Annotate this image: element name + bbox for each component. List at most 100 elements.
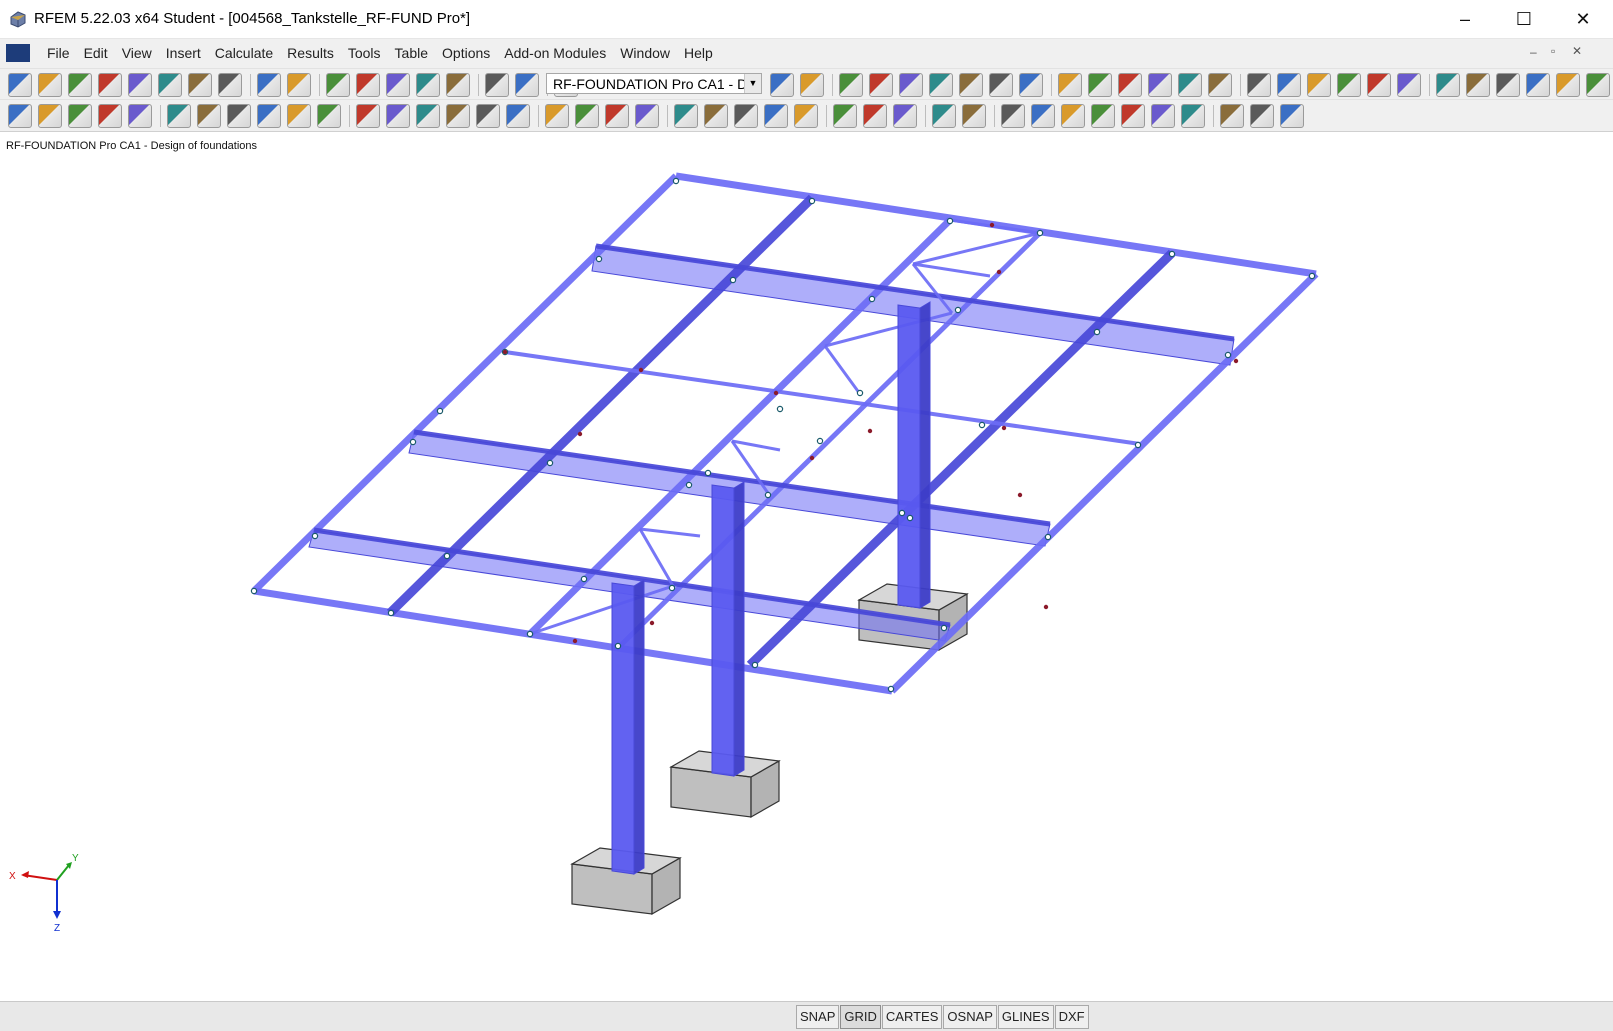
load-case-select[interactable]: RF-FOUNDATION Pro CA1 - De ▼ — [546, 73, 762, 94]
hinge-node-12[interactable] — [868, 429, 872, 433]
save-all-icon[interactable] — [98, 73, 122, 97]
view-x-icon[interactable] — [704, 104, 728, 128]
iso-view-icon[interactable] — [635, 104, 659, 128]
hinge-node-10[interactable] — [650, 621, 654, 625]
scale-objects-icon[interactable] — [476, 104, 500, 128]
purlin-line-1[interactable] — [505, 352, 1140, 444]
open-project-icon[interactable] — [68, 73, 92, 97]
menu-tools[interactable]: Tools — [341, 45, 388, 61]
undo-icon[interactable] — [257, 73, 281, 97]
hide-icon[interactable] — [962, 104, 986, 128]
hinge-node-6[interactable] — [774, 391, 778, 395]
node-30[interactable] — [615, 643, 620, 648]
table-view-icon[interactable] — [485, 73, 509, 97]
status-osnap-button[interactable]: OSNAP — [943, 1005, 997, 1029]
node-7[interactable] — [596, 256, 601, 261]
mdi-minimize-icon[interactable]: – — [1530, 45, 1537, 59]
zoom-window-icon[interactable] — [575, 104, 599, 128]
node-22[interactable] — [444, 553, 449, 558]
panel-icon[interactable] — [1250, 104, 1274, 128]
edge-beam-back[interactable] — [676, 176, 1316, 274]
node-19[interactable] — [907, 515, 912, 520]
node-27[interactable] — [251, 588, 256, 593]
highlight-icon[interactable] — [1118, 73, 1142, 97]
show-results-icon[interactable] — [839, 73, 863, 97]
new-support-icon[interactable] — [98, 104, 122, 128]
delete-icon[interactable] — [1367, 73, 1391, 97]
status-cartes-button[interactable]: CARTES — [882, 1005, 943, 1029]
perspective-icon[interactable] — [674, 104, 698, 128]
save-pdf-icon[interactable] — [1586, 73, 1610, 97]
new-member-icon[interactable] — [68, 104, 92, 128]
solid-icon[interactable] — [167, 104, 191, 128]
node-28[interactable] — [388, 610, 393, 615]
node-6[interactable] — [1309, 273, 1314, 278]
mirror-icon[interactable] — [1307, 73, 1331, 97]
show-values-icon[interactable] — [929, 73, 953, 97]
filter-objects-icon[interactable] — [893, 104, 917, 128]
node-33[interactable] — [817, 438, 822, 443]
print-preview-icon[interactable] — [188, 73, 212, 97]
load-icon[interactable] — [197, 104, 221, 128]
node-35[interactable] — [1135, 442, 1140, 447]
comment-icon[interactable] — [416, 73, 440, 97]
hinge-node-4[interactable] — [578, 432, 582, 436]
member-load-icon[interactable] — [257, 104, 281, 128]
mesh-detail-icon[interactable] — [1088, 73, 1112, 97]
column-3-side[interactable] — [920, 302, 930, 608]
hinge-node-7[interactable] — [1002, 426, 1006, 430]
status-glines-button[interactable]: GLINES — [998, 1005, 1054, 1029]
values-icon[interactable] — [869, 73, 893, 97]
minimize-button[interactable]: – — [1436, 0, 1494, 38]
measure-tool-icon[interactable] — [833, 104, 857, 128]
node-3[interactable] — [947, 218, 952, 223]
new-line-icon[interactable] — [38, 104, 62, 128]
render-icon[interactable] — [1436, 73, 1460, 97]
rotate-objects-icon[interactable] — [416, 104, 440, 128]
export-icon[interactable] — [218, 73, 242, 97]
render-options-icon[interactable] — [863, 104, 887, 128]
node-5[interactable] — [1169, 251, 1174, 256]
node-26[interactable] — [941, 625, 946, 630]
deformation-icon[interactable] — [989, 73, 1013, 97]
surface-load-icon[interactable] — [287, 104, 311, 128]
measure-icon[interactable] — [1337, 73, 1361, 97]
node-36[interactable] — [857, 390, 862, 395]
section-view-icon[interactable] — [1121, 104, 1145, 128]
menu-help[interactable]: Help — [677, 45, 720, 61]
structure-model[interactable] — [0, 132, 1613, 1002]
node-34[interactable] — [979, 422, 984, 427]
info-icon[interactable] — [1397, 73, 1421, 97]
print-report-icon[interactable] — [1556, 73, 1580, 97]
node-17[interactable] — [686, 482, 691, 487]
hinge-node-1[interactable] — [990, 223, 994, 227]
view-minus-x-icon[interactable] — [794, 104, 818, 128]
maximize-button[interactable]: ☐ — [1495, 0, 1553, 38]
column-1-side[interactable] — [634, 580, 644, 874]
menu-edit[interactable]: Edit — [77, 45, 115, 61]
node-1[interactable] — [673, 178, 678, 183]
menu-calculate[interactable]: Calculate — [208, 45, 280, 61]
menu-window[interactable]: Window — [613, 45, 677, 61]
node-14[interactable] — [437, 408, 442, 413]
hinge-node-13[interactable] — [1044, 605, 1048, 609]
document-icon[interactable] — [6, 44, 30, 62]
node-9[interactable] — [869, 296, 874, 301]
node-18[interactable] — [765, 492, 770, 497]
node-29[interactable] — [527, 631, 532, 636]
display-options-icon[interactable] — [1220, 104, 1244, 128]
menu-options[interactable]: Options — [435, 45, 497, 61]
print-icon[interactable] — [158, 73, 182, 97]
hinge-node-3[interactable] — [503, 350, 507, 354]
edit-member-icon[interactable] — [326, 73, 350, 97]
line-type-icon[interactable] — [932, 104, 956, 128]
new-file-icon[interactable] — [8, 73, 32, 97]
column-2-front[interactable] — [712, 485, 734, 776]
column-2-side[interactable] — [734, 482, 744, 776]
spring-icon[interactable] — [317, 104, 341, 128]
color-scale-icon[interactable] — [1280, 104, 1304, 128]
surface-icon[interactable] — [128, 104, 152, 128]
menu-view[interactable]: View — [115, 45, 159, 61]
node-38[interactable] — [777, 406, 782, 411]
status-snap-button[interactable]: SNAP — [796, 1005, 839, 1029]
